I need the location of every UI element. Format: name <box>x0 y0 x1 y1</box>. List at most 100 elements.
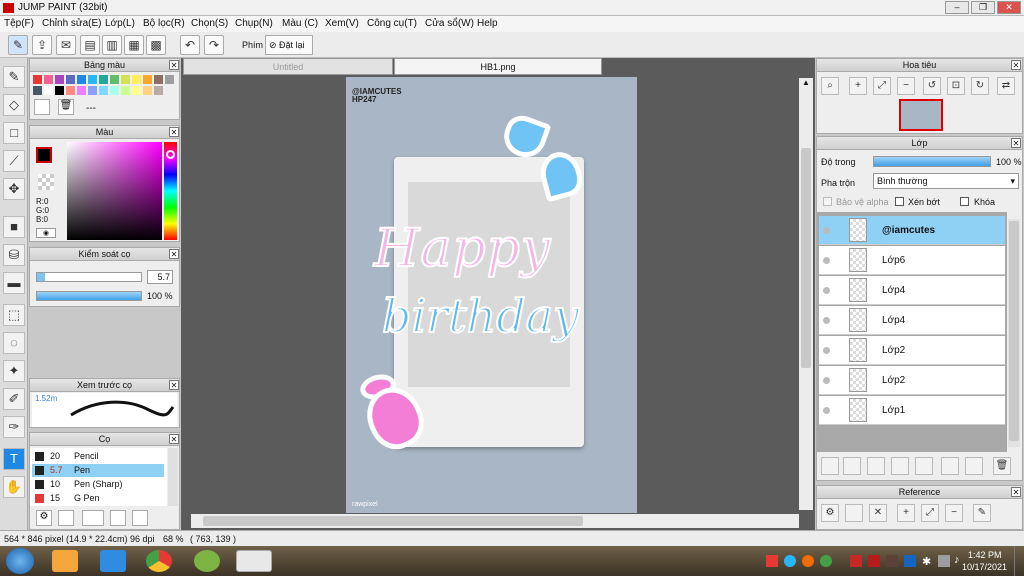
brush-tool-icon[interactable]: ✎ <box>3 66 25 88</box>
palette-swatch[interactable] <box>44 86 53 95</box>
reference-pen-icon[interactable]: ✎ <box>973 504 991 522</box>
hand-tool-icon[interactable]: ✋ <box>3 476 25 498</box>
brush-list-item[interactable]: 5.7 Pen <box>32 464 164 477</box>
brush-menu-icon[interactable] <box>82 510 104 526</box>
jump-paint-task-icon[interactable] <box>236 550 272 572</box>
layer-visibility-icon[interactable] <box>823 407 830 414</box>
fill-rect-tool-icon[interactable]: ■ <box>3 216 25 238</box>
close-icon[interactable]: ✕ <box>169 380 179 390</box>
flip-icon[interactable]: ⇄ <box>997 77 1015 95</box>
maximize-button[interactable]: ❐ <box>971 1 995 14</box>
redo-icon[interactable]: ↷ <box>204 35 224 55</box>
reference-zoom-out-icon[interactable]: − <box>945 504 963 522</box>
layer-visibility-icon[interactable] <box>823 227 830 234</box>
brush-list-scrollbar[interactable] <box>168 448 178 506</box>
brush-settings-icon[interactable]: ⚙ <box>36 510 52 526</box>
zoom-search-icon[interactable]: ⌕ <box>821 77 839 95</box>
reference-fit-icon[interactable]: ⤢ <box>921 504 939 522</box>
layer-pattern-icon[interactable] <box>891 457 909 475</box>
show-desktop-button[interactable] <box>1014 546 1024 576</box>
menu-filter[interactable]: Bộ lọc(R) <box>143 18 185 29</box>
layer-row[interactable]: Lớp2 <box>819 366 1005 395</box>
palette-swatch[interactable] <box>143 86 152 95</box>
app-icon[interactable] <box>194 550 220 572</box>
reference-close-icon[interactable]: ✕ <box>869 504 887 522</box>
bucket-tool-icon[interactable]: ⛁ <box>3 244 25 266</box>
hue-handle[interactable] <box>166 150 175 159</box>
magic-wand-tool-icon[interactable]: ✦ <box>3 360 25 382</box>
primary-color-swatch[interactable] <box>36 147 52 163</box>
rotate-left-icon[interactable]: ↺ <box>923 77 941 95</box>
palette-swatch[interactable] <box>88 86 97 95</box>
transparent-swatch[interactable] <box>38 174 54 190</box>
brush-size-field[interactable]: 5.7 <box>147 270 173 284</box>
palette-swatch[interactable] <box>66 86 75 95</box>
tray-icon[interactable] <box>820 555 832 567</box>
bluetooth-icon[interactable]: ✱ <box>922 555 932 568</box>
palette-swatch[interactable] <box>99 75 108 84</box>
zoom-in-icon[interactable]: + <box>849 77 867 95</box>
brush-copy-icon[interactable] <box>110 510 126 526</box>
select-eraser-tool-icon[interactable]: ✑ <box>3 416 25 438</box>
color-mode-button[interactable]: ◉ <box>36 228 56 238</box>
horizontal-scrollbar[interactable] <box>191 514 799 528</box>
layer-visibility-icon[interactable] <box>823 287 830 294</box>
network-icon[interactable] <box>938 555 950 567</box>
layer-row[interactable]: Lớp1 <box>819 396 1005 425</box>
palette-swatch[interactable] <box>154 75 163 84</box>
menu-view[interactable]: Xem(V) <box>325 18 359 29</box>
tray-icon[interactable] <box>886 555 898 567</box>
close-icon[interactable]: ✕ <box>1011 60 1021 70</box>
artboard[interactable]: @IAMCUTES HP247 Happy birthday rawpixel <box>346 77 637 513</box>
tray-icon[interactable] <box>904 555 916 567</box>
delete-layer-icon[interactable]: 🗑 <box>993 457 1011 475</box>
chrome-icon[interactable] <box>146 550 172 572</box>
layer-visibility-icon[interactable] <box>823 377 830 384</box>
vertical-scrollbar[interactable]: ▲ <box>799 78 813 510</box>
layer-row[interactable]: Lớp4 <box>819 306 1005 335</box>
close-icon[interactable]: ✕ <box>169 434 179 444</box>
select-rect-tool-icon[interactable]: ⬚ <box>3 304 25 326</box>
tray-icon[interactable] <box>850 555 862 567</box>
rectangle-tool-icon[interactable]: □ <box>3 122 25 144</box>
palette-swatch[interactable] <box>110 75 119 84</box>
saturation-picker[interactable] <box>67 142 162 240</box>
eraser-tool-icon[interactable]: ◇ <box>3 94 25 116</box>
menu-tools[interactable]: Công cụ(T) <box>367 18 417 29</box>
palette-swatch[interactable] <box>88 75 97 84</box>
close-icon[interactable]: ✕ <box>169 127 179 137</box>
move-tool-icon[interactable]: ✥ <box>3 178 25 200</box>
menu-file[interactable]: Tệp(F) <box>4 18 34 29</box>
merge-layer-icon[interactable] <box>965 457 983 475</box>
media-player-icon[interactable] <box>52 550 78 572</box>
layer-visibility-icon[interactable] <box>823 347 830 354</box>
rotate-right-icon[interactable]: ↻ <box>971 77 989 95</box>
start-icon[interactable] <box>6 548 34 574</box>
close-icon[interactable]: ✕ <box>169 249 179 259</box>
layer-visibility-icon[interactable] <box>823 317 830 324</box>
reference-open-icon[interactable] <box>845 504 863 522</box>
tab-hb1[interactable]: HB1.png <box>394 58 602 75</box>
select-pen-tool-icon[interactable]: ✐ <box>3 388 25 410</box>
tray-icon[interactable] <box>784 555 796 567</box>
palette-swatch[interactable] <box>165 86 174 95</box>
fit-icon[interactable]: ⤢ <box>873 77 891 95</box>
layer-row[interactable]: Lớp6 <box>819 246 1005 275</box>
layer-scrollbar[interactable] <box>1008 219 1020 447</box>
undo-icon[interactable]: ↶ <box>180 35 200 55</box>
reference-settings-icon[interactable]: ⚙ <box>821 504 839 522</box>
tray-icon[interactable] <box>802 555 814 567</box>
menu-select[interactable]: Chọn(S) <box>191 18 228 29</box>
palette-swatch[interactable] <box>143 75 152 84</box>
tab-untitled[interactable]: Untitled <box>183 58 393 75</box>
layer-row[interactable]: Lớp4 <box>819 276 1005 305</box>
layer-up-icon[interactable] <box>867 457 885 475</box>
brush-list-item[interactable]: 10 Pen (Sharp) <box>32 478 164 491</box>
layer-row[interactable]: Lớp2 <box>819 336 1005 365</box>
clip-checkbox[interactable] <box>895 197 904 206</box>
menu-color[interactable]: Màu (C) <box>282 18 318 29</box>
brush-list-item[interactable]: 15 G Pen <box>32 492 164 505</box>
menu-window[interactable]: Cửa sổ(W) <box>425 18 474 29</box>
close-icon[interactable]: ✕ <box>169 60 179 70</box>
menu-edit[interactable]: Chỉnh sửa(E) <box>42 18 102 29</box>
